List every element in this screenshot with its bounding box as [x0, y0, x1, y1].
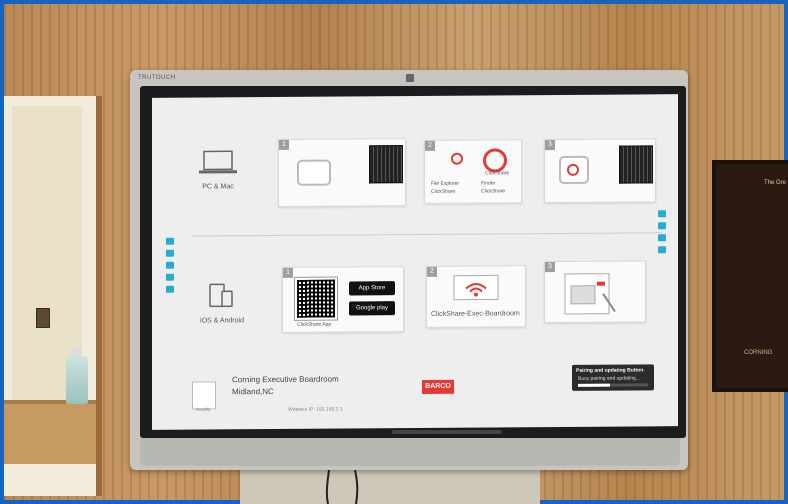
clickshare-button-icon [297, 159, 331, 186]
laptop-icon [199, 150, 237, 174]
mobile-step-3-panel: 3 [544, 260, 646, 324]
app-caption: ClickShare App [297, 321, 332, 328]
left-touch-toolbar[interactable] [166, 237, 174, 312]
securify-icon [192, 381, 216, 410]
step-number: 1 [279, 139, 289, 150]
mobile-step-2-panel: 2 ClickShare-Exec-Boardroom [426, 265, 526, 328]
tv-control-strip[interactable] [392, 430, 502, 434]
wireless-ip: Wireless IP: 192.168.2.1 [288, 406, 343, 413]
step-number: 3 [545, 262, 555, 273]
step-number: 1 [283, 267, 293, 278]
network-name: ClickShare-Exec-Boardroom [431, 310, 520, 318]
qr-code[interactable] [294, 276, 338, 321]
finder-sub: ClickShare [481, 188, 506, 195]
google-play-badge[interactable]: Google play [349, 301, 395, 316]
phone-tablet-icon [209, 283, 233, 308]
tv-brand: TRUTOUCH [138, 75, 176, 81]
pc-step-3-panel: 3 [544, 138, 656, 204]
finder-label: Finder [481, 180, 496, 187]
display-bottom-bar [140, 438, 680, 466]
room-location: Midland,NC [232, 386, 274, 397]
wifi-icon [453, 274, 499, 301]
clickshare-launcher-icon [483, 148, 507, 173]
clickshare-screen: PC & Mac iOS & Android 1 2 ClickShare Fi… [152, 94, 678, 430]
toolbar-back-icon[interactable] [166, 273, 174, 281]
button-led-icon [567, 163, 579, 176]
toolbar-pen-icon[interactable] [658, 210, 666, 218]
right-touch-toolbar[interactable] [658, 210, 666, 270]
light-switch [36, 308, 50, 328]
pairing-subtitle: Busy pairing and updating... [578, 375, 640, 382]
barco-logo: BARCO [422, 379, 454, 394]
file-explorer-label: File Explorer [431, 180, 460, 187]
pc-step-1-panel: 1 [278, 138, 406, 207]
pairing-progress-bar [578, 383, 648, 387]
pc-step-2-panel: 2 ClickShare File Explorer ClickShare Fi… [424, 139, 522, 204]
pc-mac-label: PC & Mac [202, 183, 234, 191]
toolbar-pen-icon[interactable] [166, 237, 174, 245]
toolbar-apps-icon[interactable] [166, 285, 174, 293]
toolbar-refresh-icon[interactable] [166, 249, 174, 257]
step-number: 2 [425, 140, 435, 151]
launcher-caption: ClickShare [485, 170, 510, 177]
phone-share-icon [564, 273, 616, 315]
poster-heading: The Gre [764, 180, 787, 186]
clickshare-launcher-icon [451, 152, 463, 165]
room-name: Corning Executive Boardroom [232, 374, 339, 385]
section-divider [192, 232, 662, 237]
file-explorer-sub: ClickShare [431, 188, 456, 195]
shelf [4, 400, 96, 464]
toolbar-back-icon[interactable] [658, 246, 666, 254]
step-number: 2 [427, 266, 437, 277]
poster-caption: CORNING [744, 350, 773, 356]
step-number: 3 [545, 140, 555, 151]
toolbar-refresh-icon[interactable] [658, 222, 666, 230]
mobile-step-1-panel: 1 ClickShare App App Store Google play [282, 266, 404, 333]
toolbar-home-icon[interactable] [166, 261, 174, 269]
wall-poster [712, 160, 788, 392]
camera-icon [406, 74, 414, 82]
securify-label: Securify [195, 406, 211, 412]
app-store-badge[interactable]: App Store [349, 281, 395, 296]
toolbar-home-icon[interactable] [658, 234, 666, 242]
laptop-keyboard-icon [619, 145, 653, 184]
pairing-title: Pairing and updating Button. [576, 367, 645, 374]
pairing-progress-fill [578, 383, 610, 387]
pairing-status-toast: Pairing and updating Button. Busy pairin… [572, 364, 654, 391]
ios-android-label: iOS & Android [200, 317, 244, 325]
laptop-keyboard-icon [369, 145, 403, 184]
hand-sanitizer-bottle [66, 356, 88, 404]
